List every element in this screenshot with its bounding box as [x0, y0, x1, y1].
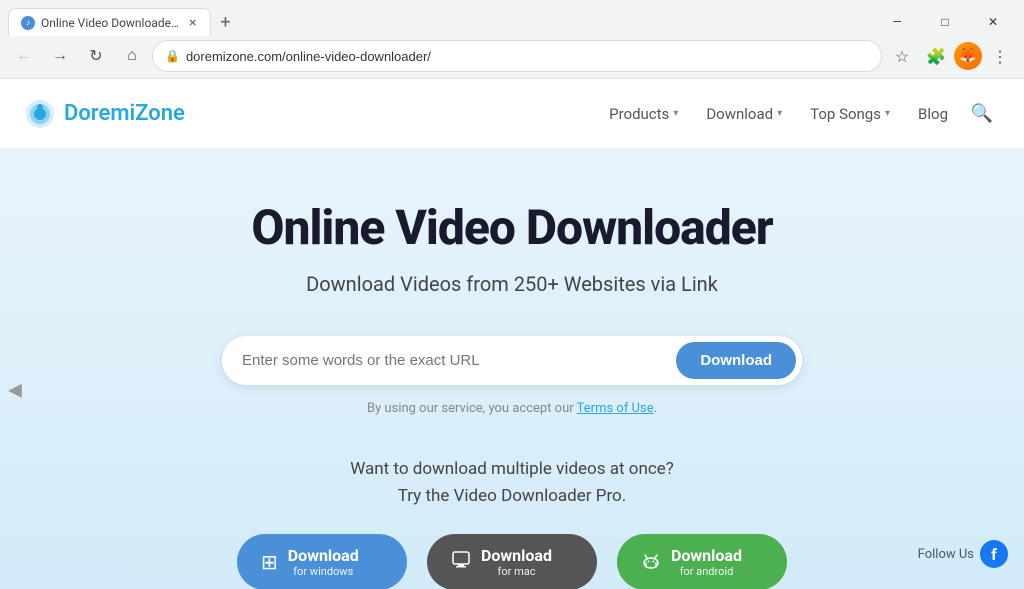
reload-button[interactable]: ↻	[80, 40, 112, 72]
hero-section: ◀ Online Video Downloader Download Video…	[0, 149, 1024, 589]
terms-of-use-link[interactable]: Terms of Use	[577, 401, 654, 416]
follow-label: Follow Us	[918, 547, 974, 562]
cta-text: Want to download multiple videos at once…	[20, 456, 1004, 510]
close-button[interactable]: ✕	[970, 8, 1016, 36]
url-input[interactable]	[186, 49, 869, 64]
logo-text: DoremiZone	[64, 101, 185, 126]
menu-button[interactable]: ⋮	[984, 40, 1016, 72]
facebook-icon[interactable]: f	[980, 540, 1008, 568]
extensions-button[interactable]: 🧩	[920, 40, 952, 72]
chevron-down-icon: ▾	[885, 108, 890, 119]
chevron-down-icon: ▾	[673, 108, 678, 119]
title-bar: Online Video Downloader 🏆 Do... × + — □ …	[0, 0, 1024, 36]
terms-text: By using our service, you accept our Ter…	[20, 401, 1004, 416]
search-button[interactable]: 🔍	[964, 96, 1000, 132]
bookmark-button[interactable]: ☆	[886, 40, 918, 72]
site-nav: DoremiZone Products ▾ Download ▾ Top Son…	[0, 79, 1024, 149]
home-button[interactable]: ⌂	[116, 40, 148, 72]
new-tab-button[interactable]: +	[211, 8, 239, 36]
mac-icon	[451, 550, 471, 575]
nav-top-songs[interactable]: Top Songs ▾	[798, 97, 902, 131]
browser-chrome: Online Video Downloader 🏆 Do... × + — □ …	[0, 0, 1024, 79]
address-bar[interactable]: 🔒	[152, 40, 882, 72]
windows-btn-text: Download for windows	[288, 546, 359, 578]
url-download-button[interactable]: Download	[676, 342, 796, 379]
nav-blog[interactable]: Blog	[906, 97, 960, 131]
follow-us: Follow Us f	[918, 540, 1008, 568]
window-controls: — □ ✕	[874, 8, 1016, 36]
download-buttons: ⊞ Download for windows Download for mac	[20, 534, 1004, 589]
mac-btn-text: Download for mac	[481, 546, 552, 578]
back-button[interactable]: ←	[8, 40, 40, 72]
download-mac-button[interactable]: Download for mac	[427, 534, 597, 589]
active-tab[interactable]: Online Video Downloader 🏆 Do... ×	[8, 8, 211, 36]
tab-close-button[interactable]: ×	[187, 14, 198, 32]
windows-icon: ⊞	[261, 550, 278, 574]
hero-subtitle: Download Videos from 250+ Websites via L…	[20, 272, 1004, 296]
tab-title: Online Video Downloader 🏆 Do...	[41, 16, 181, 30]
profile-avatar: 🦊	[954, 42, 982, 70]
browser-nav: ← → ↻ ⌂ 🔒 ☆ 🧩 🦊 ⋮	[0, 36, 1024, 78]
maximize-button[interactable]: □	[922, 8, 968, 36]
logo-icon	[24, 98, 56, 130]
download-android-button[interactable]: Download for android	[617, 534, 787, 589]
logo[interactable]: DoremiZone	[24, 98, 185, 130]
forward-button[interactable]: →	[44, 40, 76, 72]
nav-download[interactable]: Download ▾	[694, 97, 794, 131]
nav-products[interactable]: Products ▾	[597, 97, 690, 131]
nav-icons: ☆ 🧩 🦊 ⋮	[886, 40, 1016, 72]
minimize-button[interactable]: —	[874, 8, 920, 36]
android-btn-text: Download for android	[671, 546, 742, 578]
website-content: DoremiZone Products ▾ Download ▾ Top Son…	[0, 79, 1024, 589]
url-search-input[interactable]	[242, 352, 676, 369]
nav-links: Products ▾ Download ▾ Top Songs ▾ Blog 🔍	[597, 96, 1000, 132]
download-windows-button[interactable]: ⊞ Download for windows	[237, 534, 407, 589]
hero-title: Online Video Downloader	[20, 199, 1004, 256]
chevron-down-icon: ▾	[777, 108, 782, 119]
side-arrow-icon[interactable]: ◀	[8, 379, 22, 400]
lock-icon: 🔒	[165, 49, 180, 63]
profile-button[interactable]: 🦊	[954, 42, 982, 70]
tab-favicon	[21, 16, 35, 30]
url-search-container: Download	[222, 336, 802, 385]
android-icon	[641, 550, 661, 575]
